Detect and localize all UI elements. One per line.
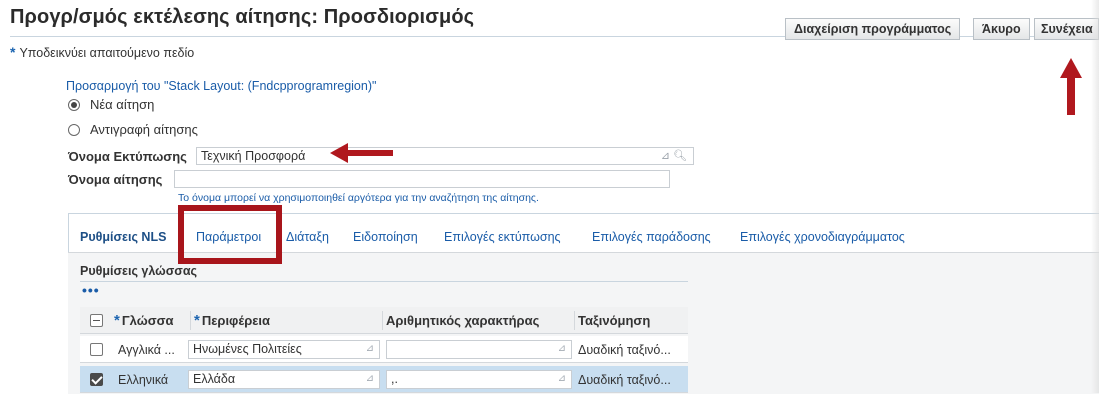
print-name-value: Τεχνική Προσφορά <box>201 149 306 163</box>
col-language-label: Γλώσσα <box>121 313 174 328</box>
radio-new-request-label: Νέα αίτηση <box>90 97 155 112</box>
print-name-label: Όνομα Εκτύπωσης <box>68 149 187 164</box>
radio-copy-request[interactable]: Αντιγραφή αίτησης <box>68 122 198 137</box>
column-divider <box>574 311 575 330</box>
row-language: Ελληνικά <box>118 372 169 387</box>
column-divider <box>382 311 383 330</box>
territory-field[interactable]: Ελλάδα ⊿ <box>188 370 380 389</box>
tab-layout[interactable]: Διάταξη <box>286 230 329 244</box>
numeric-char-field[interactable]: ⊿ <box>386 340 572 359</box>
col-territory-label: Περιφέρεια <box>201 313 271 328</box>
lov-icon[interactable]: ⊿ <box>558 373 566 384</box>
row-checkbox-checked[interactable] <box>90 373 103 386</box>
print-name-field[interactable]: Τεχνική Προσφορά ⊿ 🔍︎ <box>196 147 694 165</box>
lov-search-icon[interactable]: ⊿ 🔍︎ <box>661 149 687 162</box>
lov-icon[interactable]: ⊿ <box>366 373 374 384</box>
territory-value: Ελλάδα <box>193 372 236 386</box>
annotation-arrowhead-up <box>1060 58 1082 78</box>
required-star: * <box>194 312 200 329</box>
section-divider <box>80 281 688 282</box>
more-actions-icon[interactable]: ••• <box>82 282 100 298</box>
lov-icon[interactable]: ⊿ <box>366 343 374 354</box>
column-divider <box>190 311 191 330</box>
territory-field[interactable]: Ηνωμένες Πολιτείες ⊿ <box>188 340 380 359</box>
row-sort: Δυαδική ταξινό... <box>578 342 671 357</box>
tab-schedule-options[interactable]: Επιλογές χρονοδιαγράμματος <box>740 230 905 244</box>
page: Προγρ/σμός εκτέλεσης αίτησης: Προσδιορισ… <box>0 0 1099 394</box>
col-numeric-header[interactable]: Αριθμητικός χαρακτήρας <box>386 307 539 334</box>
language-section-title: Ρυθμίσεις γλώσσας <box>80 264 198 278</box>
radio-unselected-icon[interactable] <box>68 123 80 136</box>
edge-shadow <box>1091 0 1099 393</box>
annotation-arrow-left <box>346 150 393 156</box>
col-territory-header[interactable]: * Περιφέρεια <box>194 307 270 334</box>
radio-copy-request-label: Αντιγραφή αίτησης <box>90 122 198 137</box>
row-sort: Δυαδική ταξινό... <box>578 372 671 387</box>
row-language: Αγγλικά ... <box>118 342 175 357</box>
annotation-arrow-up <box>1067 77 1075 115</box>
annotation-highlight-box <box>178 205 282 264</box>
col-sort-header[interactable]: Ταξινόμηση <box>578 307 650 334</box>
continue-button[interactable]: Συνέχεια <box>1034 18 1099 40</box>
personalize-link[interactable]: Προσαρμογή του "Stack Layout: (Fndcpprog… <box>66 79 376 93</box>
table-row-selected[interactable]: Ελληνικά Ελλάδα ⊿ ,. ⊿ Δυαδική ταξινό... <box>80 366 688 393</box>
radio-new-request[interactable]: Νέα αίτηση <box>68 97 154 112</box>
table-header-row: * Γλώσσα * Περιφέρεια Αριθμητικός χαρακτήρ… <box>80 307 688 334</box>
col-language-header[interactable]: * Γλώσσα <box>114 307 174 334</box>
numeric-char-field[interactable]: ,. ⊿ <box>386 370 572 389</box>
tab-nls-settings[interactable]: Ρυθμίσεις NLS <box>80 230 166 244</box>
radio-selected-icon[interactable] <box>68 98 80 111</box>
schedule-button[interactable]: Διαχείριση προγράμματος <box>785 18 961 40</box>
select-all-checkbox[interactable] <box>90 314 103 327</box>
page-title: Προγρ/σμός εκτέλεσης αίτησης: Προσδιορισ… <box>10 6 475 28</box>
required-note: * Υποδεικνύει απαιτούμενο πεδίο <box>10 44 194 60</box>
row-checkbox[interactable] <box>90 343 103 356</box>
tab-print-options[interactable]: Επιλογές εκτύπωσης <box>444 230 561 244</box>
request-name-field[interactable] <box>174 170 670 188</box>
territory-value: Ηνωμένες Πολιτείες <box>193 342 302 356</box>
request-name-hint: Το όνομα μπορεί να χρησιμοποιηθεί αργότε… <box>178 192 539 204</box>
lov-icon[interactable]: ⊿ <box>558 343 566 354</box>
cancel-button[interactable]: Άκυρο <box>973 18 1030 40</box>
request-name-label: Όνομα αίτησης <box>68 172 163 187</box>
tab-notification[interactable]: Ειδοποίηση <box>353 230 418 244</box>
required-star: * <box>114 312 120 329</box>
tab-delivery-options[interactable]: Επιλογές παράδοσης <box>592 230 711 244</box>
required-star: * <box>10 44 16 60</box>
table-row[interactable]: Αγγλικά ... Ηνωμένες Πολιτείες ⊿ ⊿ Δυαδικ… <box>80 336 688 363</box>
numeric-char-value: ,. <box>391 372 398 386</box>
required-note-text: Υποδεικνύει απαιτούμενο πεδίο <box>19 46 195 60</box>
